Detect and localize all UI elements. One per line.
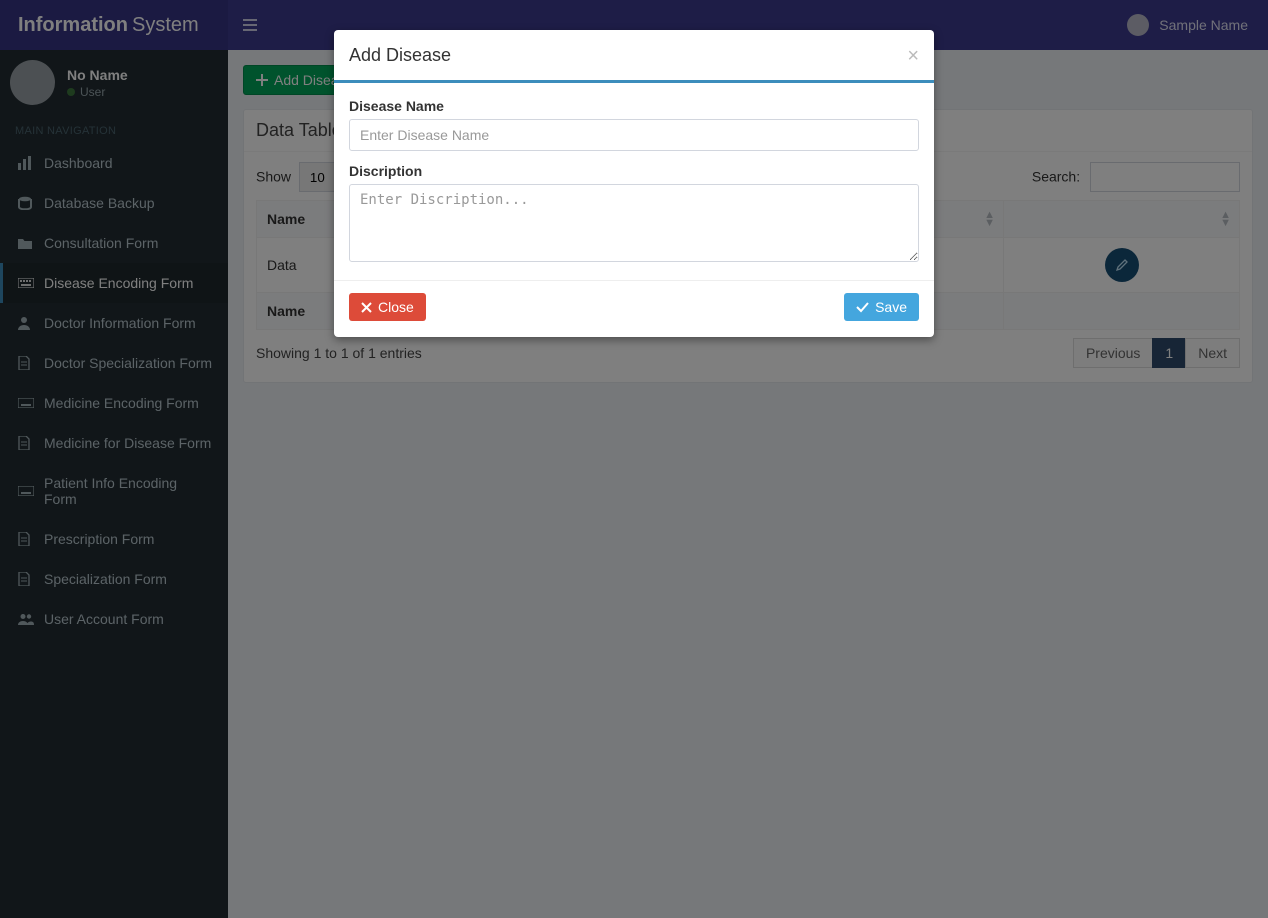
modal-footer: Close Save [334, 280, 934, 337]
check-icon [856, 302, 869, 313]
modal-title: Add Disease [349, 45, 451, 66]
times-icon [361, 302, 372, 313]
modal-close-button[interactable]: × [907, 46, 919, 66]
modal-header: Add Disease × [334, 30, 934, 80]
modal-body: Disease Name Discription [334, 83, 934, 280]
description-textarea[interactable] [349, 184, 919, 262]
modal-save-button[interactable]: Save [844, 293, 919, 321]
close-button-label: Close [378, 299, 414, 315]
save-button-label: Save [875, 299, 907, 315]
add-disease-modal: Add Disease × Disease Name Discription C… [334, 30, 934, 337]
close-icon: × [907, 45, 919, 67]
description-label: Discription [349, 163, 919, 179]
disease-name-input[interactable] [349, 119, 919, 151]
disease-name-label: Disease Name [349, 98, 919, 114]
modal-close-action-button[interactable]: Close [349, 293, 426, 321]
